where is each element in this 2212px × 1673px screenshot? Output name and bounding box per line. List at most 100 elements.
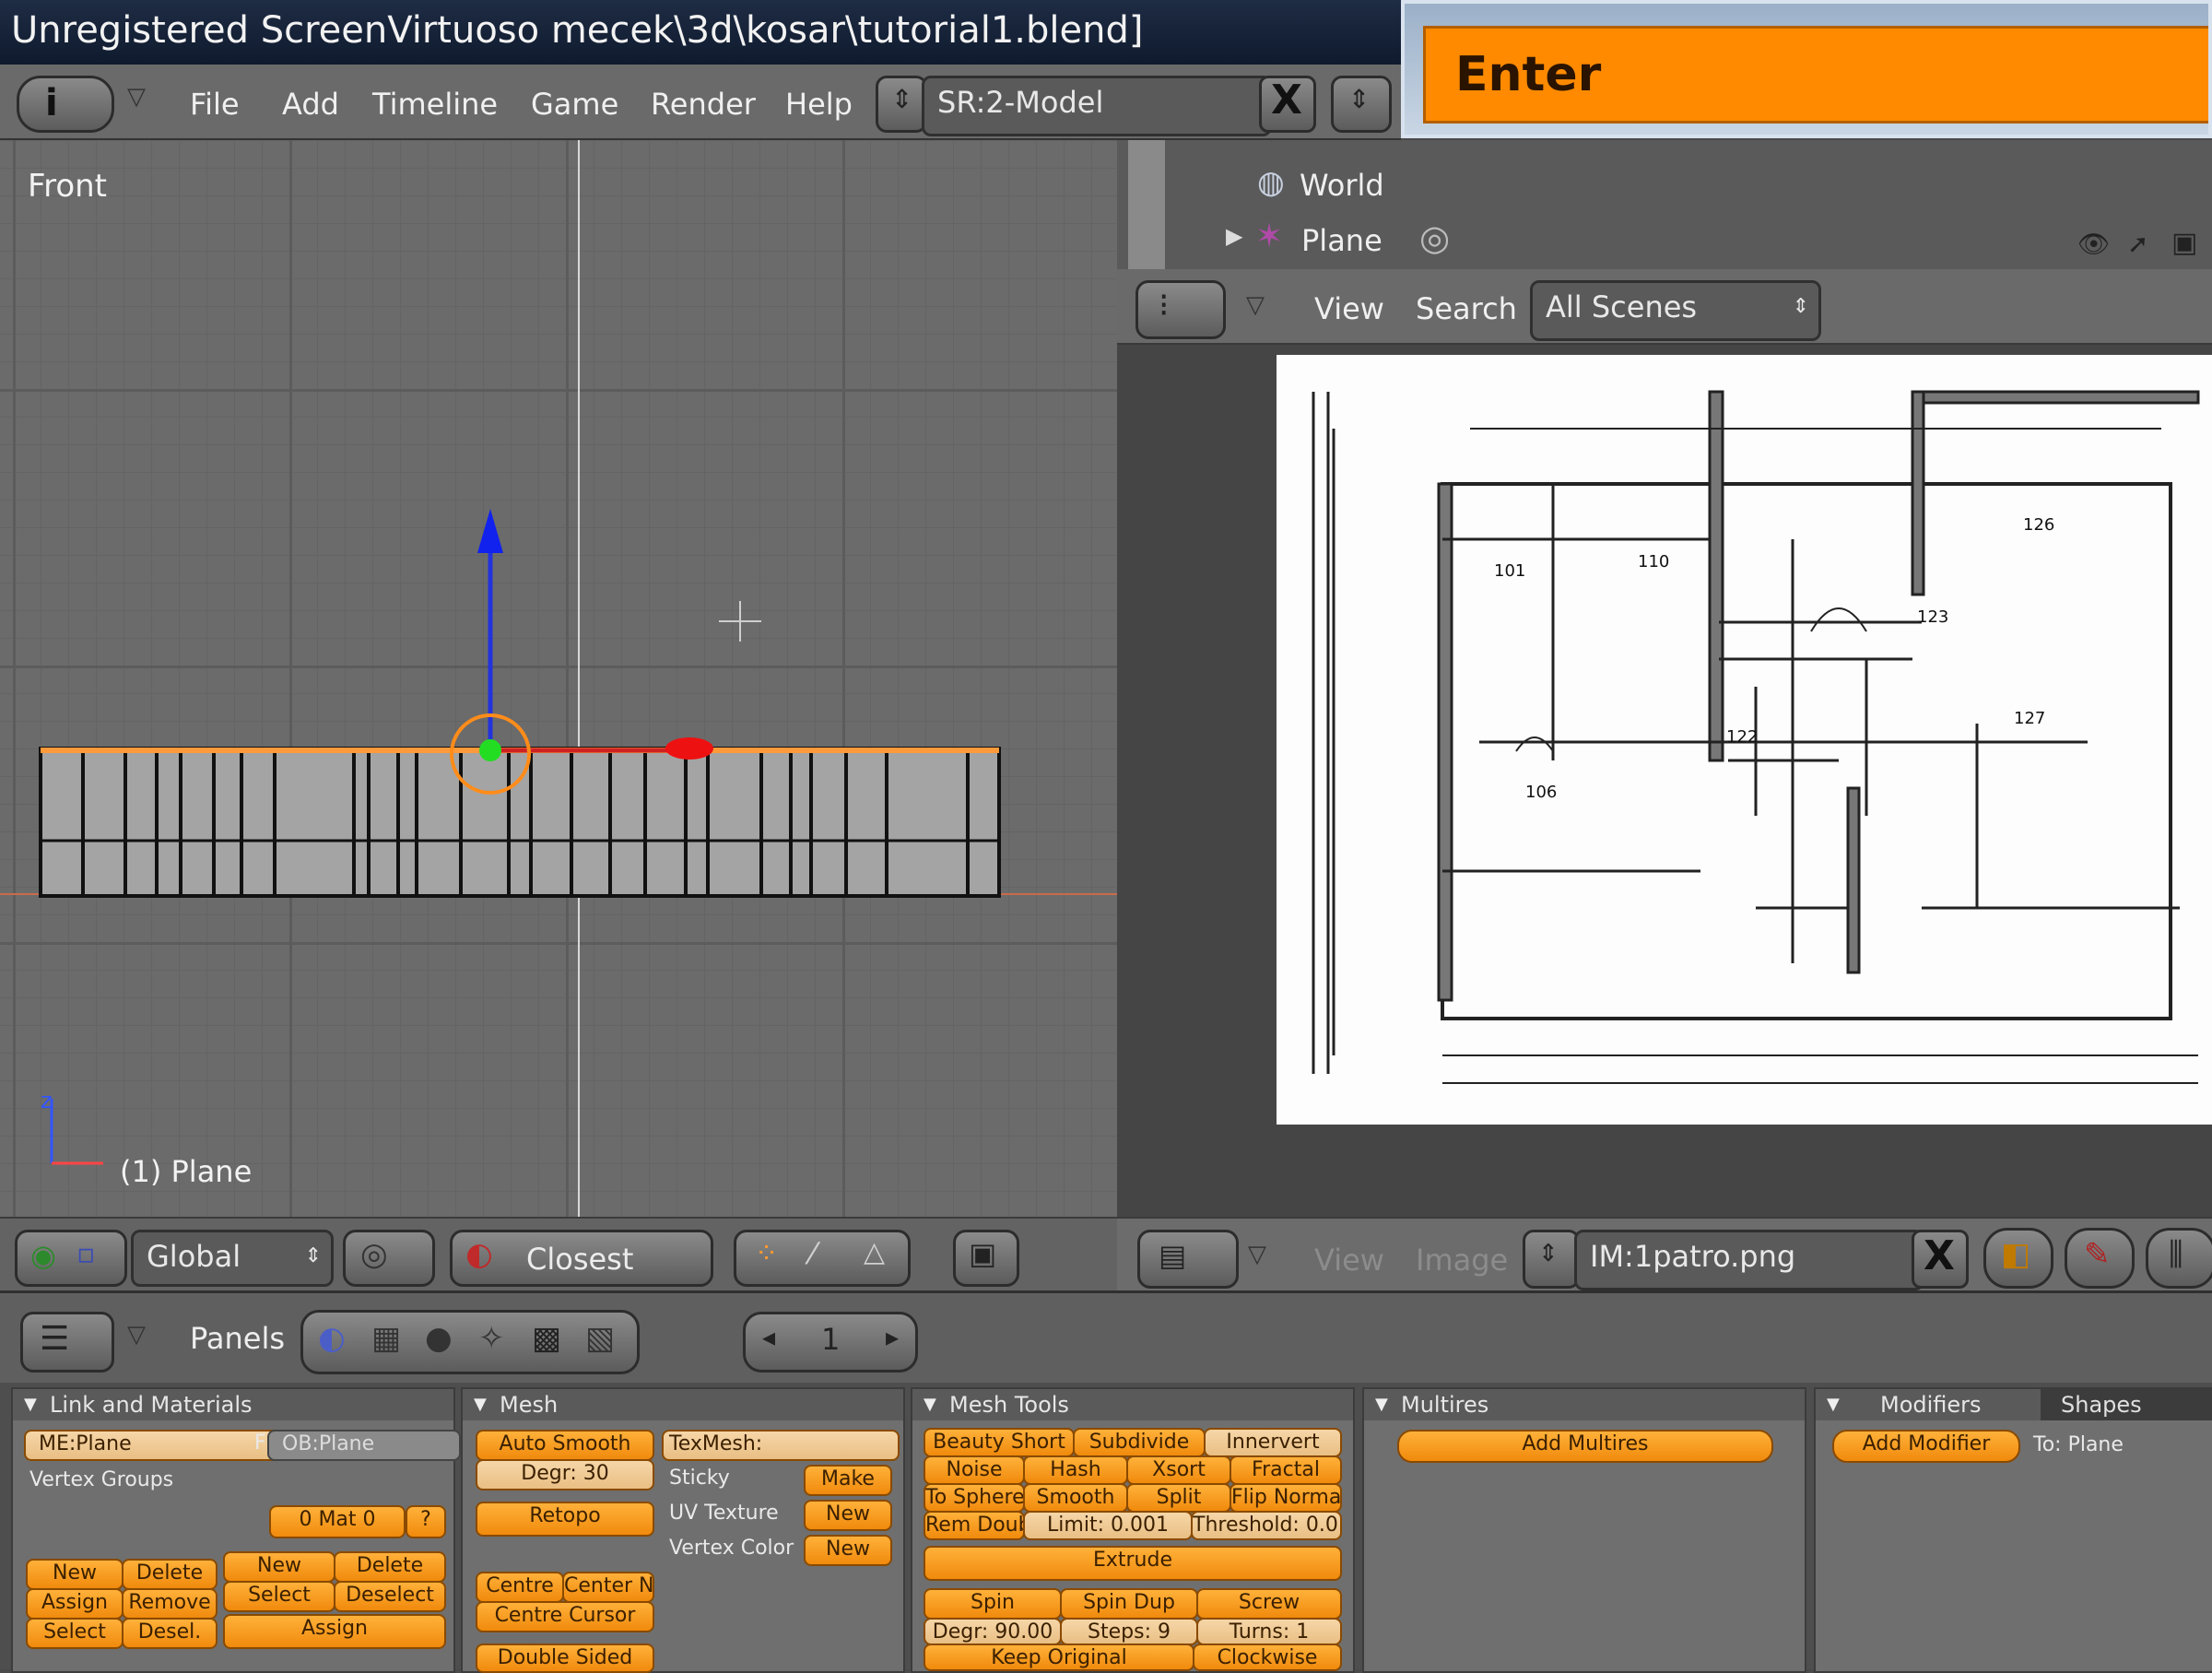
outliner-scrollbar[interactable] [1128,140,1165,269]
smooth-degree-field[interactable]: Degr: 30 [476,1459,654,1490]
sticky-make-button[interactable]: Make [804,1465,892,1496]
fractal-button[interactable]: Fractal [1230,1455,1342,1485]
image-menu-image[interactable]: Image [1416,1243,1508,1278]
material-assign-button[interactable]: Assign [223,1614,446,1649]
material-index-field[interactable]: 0 Mat 0 [269,1505,406,1538]
material-help-button[interactable]: ? [406,1505,446,1538]
add-multires-button[interactable]: Add Multires [1397,1430,1773,1463]
spin-button[interactable]: Spin [924,1588,1062,1620]
vgroup-deselect-button[interactable]: Desel. [122,1618,218,1649]
spin-degree-field[interactable]: Degr: 90.00 [924,1618,1062,1645]
panels-menu[interactable]: Panels [190,1321,285,1356]
collapse-triangle-icon[interactable]: ▼ [24,1395,37,1414]
collapse-triangle-icon[interactable]: ▼ [1827,1395,1840,1414]
centre-cursor-button[interactable]: Centre Cursor [476,1601,654,1632]
innervert-button[interactable]: Innervert [1204,1428,1342,1457]
flip-normals-button[interactable]: Flip Normals [1230,1483,1342,1513]
vgroup-delete-button[interactable]: Delete [122,1559,218,1590]
outliner-menu-view[interactable]: View [1314,291,1384,326]
menu-collapse-icon[interactable]: ▽ [1248,1241,1266,1268]
menu-collapse-icon[interactable]: ▽ [127,83,146,111]
spin-steps-field[interactable]: Steps: 9 [1060,1618,1198,1645]
image-menu-view[interactable]: View [1314,1243,1384,1278]
frame-number-field[interactable]: ◂ 1 ▸ [743,1312,918,1373]
select-mode-buttons[interactable]: ⁘ ⁄ △ [734,1230,911,1287]
render-view-button[interactable]: ▣ [953,1230,1019,1287]
image-lock-button[interactable]: ⫼ [2146,1228,2212,1289]
retopo-toggle[interactable]: Retopo [476,1502,654,1537]
centre-new-button[interactable]: Center New [562,1572,654,1603]
menu-help[interactable]: Help [785,87,853,122]
menu-game[interactable]: Game [531,87,618,122]
mesh-datablock-field[interactable]: ME:Plane [24,1430,284,1461]
double-sided-toggle[interactable]: Double Sided [476,1644,654,1673]
subdivide-button[interactable]: Subdivide [1073,1428,1206,1457]
hash-button[interactable]: Hash [1023,1455,1128,1485]
outliner-editor-type-button[interactable]: ⁝ [1135,280,1226,339]
keep-original-toggle[interactable]: Keep Original [924,1644,1194,1671]
scene-browse-button[interactable]: ⇕ [1331,76,1392,133]
uv-texture-new-button[interactable]: New [804,1500,892,1531]
collapse-triangle-icon[interactable]: ▼ [1375,1395,1388,1414]
selectable-icon[interactable]: ➚ [2127,229,2148,259]
edge-select-icon[interactable]: ⁄ [810,1236,815,1271]
buttons-editor-type-button[interactable]: ☰ [20,1312,114,1373]
editor-type-button[interactable]: i [17,76,114,133]
shading-icon[interactable]: ● [425,1320,453,1357]
decrement-arrow-icon[interactable]: ◂ [762,1322,775,1352]
clockwise-toggle[interactable]: Clockwise [1193,1644,1342,1671]
beauty-short-button[interactable]: Beauty Short [924,1428,1075,1457]
face-select-icon[interactable]: △ [864,1236,885,1268]
image-name-field[interactable]: IM:1patro.png [1574,1230,1924,1290]
xsort-button[interactable]: Xsort [1126,1455,1231,1485]
mesh-data-icon[interactable]: ◎ [1419,218,1450,258]
scene-icon[interactable]: ▧ [585,1320,615,1357]
increment-arrow-icon[interactable]: ▸ [886,1322,899,1352]
add-modifier-button[interactable]: Add Modifier [1832,1430,2020,1463]
menu-file[interactable]: File [190,87,240,122]
menu-collapse-icon[interactable]: ▽ [127,1321,146,1349]
auto-smooth-toggle[interactable]: Auto Smooth [476,1430,654,1461]
image-browse-button[interactable]: ⇕ [1523,1230,1580,1289]
spin-dup-button[interactable]: Spin Dup [1060,1588,1198,1620]
pivot-selector[interactable]: ◎ [343,1230,435,1287]
centre-button[interactable]: Centre [476,1572,564,1603]
logic-icon[interactable]: ◐ [318,1320,346,1357]
material-new-button[interactable]: New [223,1551,335,1583]
scene-filter-selector[interactable]: All Scenes ⇕ [1530,280,1821,341]
image-unlink-button[interactable]: X [1912,1230,1969,1289]
screw-button[interactable]: Screw [1196,1588,1342,1620]
object-datablock-field[interactable]: OB:Plane [267,1430,461,1461]
fake-user-toggle[interactable]: F [254,1431,266,1455]
snap-selector[interactable]: ◐ Closest [450,1230,713,1287]
texmesh-field[interactable]: TexMesh: [662,1430,900,1461]
vertex-color-new-button[interactable]: New [804,1535,892,1566]
vgroup-new-button[interactable]: New [26,1559,124,1590]
vgroup-select-button[interactable]: Select [26,1618,124,1649]
split-button[interactable]: Split [1126,1483,1231,1513]
rem-doubles-button[interactable]: Rem Doubles [924,1511,1025,1540]
visibility-icon[interactable]: 👁 [2077,229,2111,259]
extrude-button[interactable]: Extrude [924,1546,1342,1581]
object-icon[interactable]: ✧ [478,1320,505,1357]
mode-selector[interactable]: ◉ ▫ [15,1230,127,1287]
menu-collapse-icon[interactable]: ▽ [1246,291,1265,319]
3d-viewport[interactable]: z Front (1) Plane [0,140,1117,1217]
render-icon[interactable]: ▣ [2171,227,2197,259]
material-deselect-button[interactable]: Deselect [334,1581,446,1612]
image-pack-button[interactable]: ◧ [1983,1228,2053,1289]
screen-browse-button[interactable]: ⇕ [876,76,927,133]
image-editor-type-button[interactable]: ▤ [1137,1230,1239,1289]
menu-render[interactable]: Render [651,87,756,122]
limit-field[interactable]: Limit: 0.001 [1023,1511,1193,1540]
smooth-button[interactable]: Smooth [1023,1483,1128,1513]
collapse-triangle-icon[interactable]: ▼ [474,1395,487,1414]
orientation-selector[interactable]: Global ⇕ [131,1230,334,1287]
threshold-field[interactable]: Threshold: 0.010 [1191,1511,1342,1540]
outliner-menu-search[interactable]: Search [1416,291,1517,326]
script-icon[interactable]: ▦ [371,1320,401,1357]
image-paint-button[interactable]: ✎ [2065,1228,2135,1289]
tab-shapes[interactable]: Shapes [2041,1389,2212,1420]
to-sphere-button[interactable]: To Sphere [924,1483,1025,1513]
expand-arrow-icon[interactable]: ▶ [1226,223,1242,249]
